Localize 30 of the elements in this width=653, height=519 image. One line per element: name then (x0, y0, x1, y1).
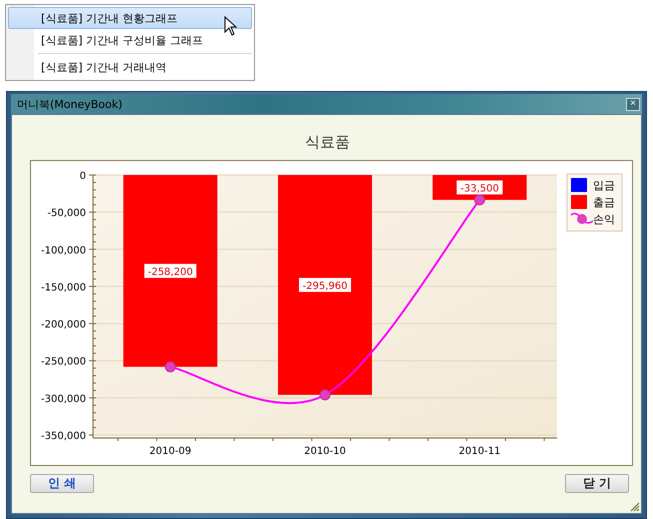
axis-label: 2010-09 (149, 446, 192, 457)
close-window-button[interactable]: 닫 기 (565, 474, 629, 493)
legend-label: 손익 (593, 213, 615, 226)
axis-label: -200,000 (41, 320, 86, 331)
data-point (320, 389, 330, 400)
print-button[interactable]: 인 쇄 (30, 474, 94, 493)
data-point (164, 361, 176, 372)
legend-label: 입금 (593, 179, 615, 192)
axis-label: -100,000 (41, 245, 86, 256)
menu-item[interactable]: [식료품] 기간내 거래내역 (8, 56, 252, 78)
menu-item[interactable]: [식료품] 기간내 구성비율 그래프 (8, 29, 252, 51)
value-label: -258,200 (144, 264, 196, 278)
axis-label: -50,000 (47, 208, 86, 220)
axis-label: -150,000 (41, 282, 86, 294)
axis-label: -250,000 (41, 356, 86, 368)
close-button[interactable]: × (626, 98, 640, 110)
legend-label: 출금 (593, 196, 615, 209)
data-point (474, 194, 486, 206)
axis-label: 2010-11 (458, 446, 501, 457)
cursor-icon (224, 16, 238, 37)
axis-label: -350,000 (41, 431, 86, 442)
chart-title: 식료품 (304, 133, 351, 152)
value-label: -295,960 (299, 278, 351, 292)
value-label: -33,500 (456, 180, 503, 194)
window-title: 머니북(MoneyBook) (17, 96, 122, 112)
resize-grip-icon (628, 500, 640, 512)
axis-label: -300,000 (41, 394, 86, 405)
axis-label: 2010-10 (304, 446, 346, 457)
menu-item[interactable]: [식료품] 기간내 현황그래프 (8, 7, 252, 29)
axis-label: 0 (80, 171, 86, 182)
